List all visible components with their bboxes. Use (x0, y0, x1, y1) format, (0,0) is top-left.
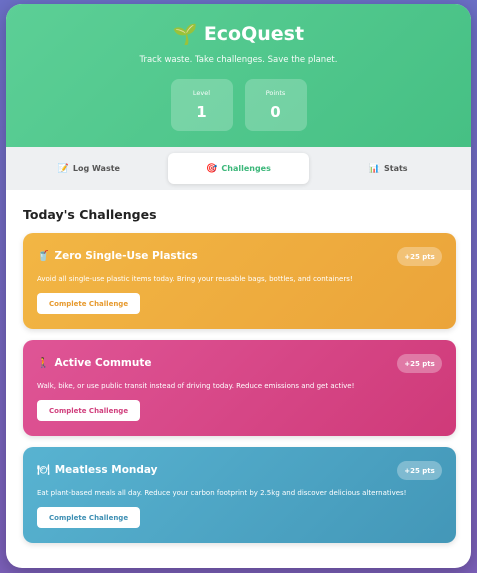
challenge-title: 🚶 Active Commute (37, 357, 151, 369)
complete-challenge-button[interactable]: Complete Challenge (37, 400, 141, 421)
tab-stats-label: Stats (384, 164, 408, 173)
points-badge: +25 pts (397, 461, 442, 480)
challenge-card: 🍽 Meatless Monday +25 pts Eat plant-base… (23, 447, 456, 543)
level-value: 1 (196, 103, 207, 121)
challenge-title: 🥤 Zero Single-Use Plastics (37, 250, 198, 262)
challenge-card: 🥤 Zero Single-Use Plastics +25 pts Avoid… (23, 233, 456, 329)
cup-icon: 🥤 (37, 250, 50, 262)
tab-log-waste[interactable]: 📝 Log Waste (18, 153, 160, 184)
stats-row: Level 1 Points 0 (6, 79, 471, 131)
notepad-icon: 📝 (57, 163, 69, 174)
points-value: 0 (270, 103, 281, 121)
level-label: Level (192, 89, 211, 97)
points-stat: Points 0 (244, 79, 307, 131)
challenge-title-text: Zero Single-Use Plastics (54, 250, 198, 262)
walking-icon: 🚶 (37, 357, 50, 369)
target-icon: 🎯 (206, 163, 218, 174)
challenge-description: Avoid all single-use plastic items today… (37, 275, 353, 283)
app-header: 🌱 EcoQuest Track waste. Take challenges.… (6, 4, 471, 147)
challenge-title-text: Meatless Monday (54, 464, 158, 476)
points-badge: +25 pts (397, 354, 442, 373)
points-label: Points (265, 89, 286, 97)
tab-challenges-label: Challenges (221, 164, 271, 173)
title-row: 🌱 EcoQuest (6, 22, 471, 46)
bar-chart-icon: 📊 (368, 163, 380, 174)
challenge-card: 🚶 Active Commute +25 pts Walk, bike, or … (23, 340, 456, 436)
section-title: Today's Challenges (23, 207, 157, 222)
challenge-description: Eat plant-based meals all day. Reduce yo… (37, 489, 407, 497)
plate-icon: 🍽 (37, 464, 50, 476)
tab-log-waste-label: Log Waste (72, 164, 120, 173)
app-container: 🌱 EcoQuest Track waste. Take challenges.… (6, 4, 471, 568)
tab-challenges[interactable]: 🎯 Challenges (167, 153, 310, 184)
level-stat: Level 1 (170, 79, 233, 131)
app-tagline: Track waste. Take challenges. Save the p… (139, 55, 338, 65)
complete-challenge-button[interactable]: Complete Challenge (37, 293, 141, 314)
tab-stats[interactable]: 📊 Stats (317, 153, 459, 184)
challenge-title: 🍽 Meatless Monday (37, 464, 158, 476)
tab-bar: 📝 Log Waste 🎯 Challenges 📊 Stats (6, 147, 471, 190)
points-badge: +25 pts (397, 247, 442, 266)
sprout-icon: 🌱 (172, 22, 198, 46)
complete-challenge-button[interactable]: Complete Challenge (37, 507, 141, 528)
app-title: EcoQuest (203, 23, 305, 45)
challenge-description: Walk, bike, or use public transit instea… (37, 382, 355, 390)
challenge-title-text: Active Commute (54, 357, 152, 369)
